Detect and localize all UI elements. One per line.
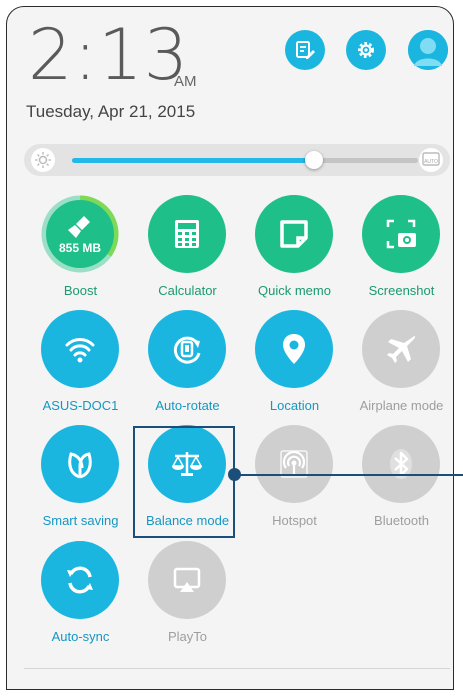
tile-label: Auto-sync [51, 629, 110, 644]
tile-bluetooth[interactable]: Bluetooth [348, 425, 455, 540]
tile-label: Hotspot [272, 513, 317, 528]
brightness-thumb[interactable] [305, 151, 324, 169]
brightness-auto-icon[interactable]: AUTO [418, 147, 444, 173]
rotate-icon [148, 310, 226, 388]
tile-label: Calculator [158, 283, 217, 298]
brightness-slider[interactable]: AUTO [24, 144, 450, 176]
wifi-icon [41, 310, 119, 388]
tile-hotspot[interactable]: Hotspot [241, 425, 348, 540]
tile-airplane-mode[interactable]: Airplane mode [348, 310, 455, 425]
leaf-icon [41, 425, 119, 503]
callout-line [235, 474, 463, 476]
user-avatar-icon[interactable] [408, 30, 448, 70]
tile-label: Location [269, 398, 320, 413]
camera-crop-icon [362, 195, 440, 273]
calculator-icon [148, 195, 226, 273]
edit-note-icon[interactable] [285, 30, 325, 70]
airplane-icon [362, 310, 440, 388]
bluetooth-icon [362, 425, 440, 503]
boost-memory-value: 855 MB [58, 240, 102, 255]
tile-label: Boost [63, 283, 98, 298]
memo-icon [255, 195, 333, 273]
hotspot-icon [255, 425, 333, 503]
tile-label: Airplane mode [359, 398, 444, 413]
tile-label: Quick memo [258, 283, 331, 298]
callout-dot [228, 468, 241, 481]
brightness-track[interactable] [72, 158, 418, 163]
brightness-auto-label: AUTO [424, 159, 438, 165]
tile-label: PlayTo [167, 629, 208, 644]
tile-auto-sync[interactable]: Auto-sync [27, 541, 134, 656]
tile-screenshot[interactable]: Screenshot [348, 195, 455, 310]
tile-label: Auto-rotate [155, 398, 220, 413]
tile-label: ASUS-DOC1 [42, 398, 119, 413]
clock-time: 2:13 [28, 14, 190, 96]
tile-label: Bluetooth [374, 513, 429, 528]
clock-ampm: AM [174, 73, 197, 90]
balance-mode-highlight [133, 426, 235, 538]
tile-calculator[interactable]: Calculator [134, 195, 241, 310]
tile-label: Screenshot [368, 283, 435, 298]
cast-icon [148, 541, 226, 619]
brightness-low-icon [31, 148, 55, 172]
tile-smart-saving[interactable]: Smart saving [27, 425, 134, 540]
tile-quick-memo[interactable]: Quick memo [241, 195, 348, 310]
panel-divider [24, 668, 450, 669]
tile-location[interactable]: Location [241, 310, 348, 425]
location-pin-icon [255, 310, 333, 388]
tile-auto-rotate[interactable]: Auto-rotate [134, 310, 241, 425]
brightness-track-fill [72, 158, 315, 163]
gear-icon[interactable] [346, 30, 386, 70]
sync-icon [41, 541, 119, 619]
tile-boost[interactable]: 855 MB Boost [27, 195, 134, 310]
broom-icon: 855 MB [46, 200, 114, 268]
tile-playto[interactable]: PlayTo [134, 541, 241, 656]
tile-asus-doc1[interactable]: ASUS-DOC1 [27, 310, 134, 425]
date-label: Tuesday, Apr 21, 2015 [26, 102, 196, 121]
tile-label: Smart saving [42, 513, 119, 528]
